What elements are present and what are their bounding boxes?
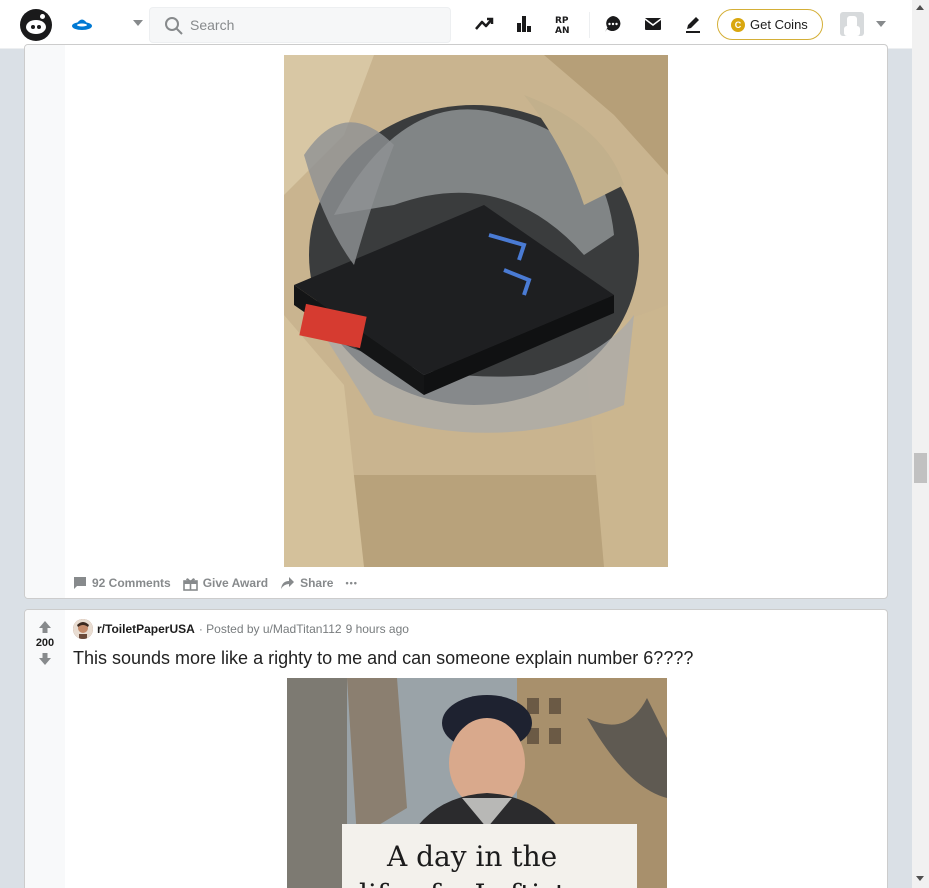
gift-icon (182, 577, 198, 591)
sign-text-line1: A day in the (386, 840, 557, 873)
post-card[interactable]: 92 Comments Give Award Share ••• (24, 44, 888, 599)
header-divider (589, 12, 590, 38)
leaderboard-icon[interactable] (513, 13, 535, 35)
trending-icon[interactable] (473, 13, 495, 35)
post-actions-bar: 92 Comments Give Award Share ••• (73, 573, 370, 593)
post-card[interactable]: 200 r/ToiletPaperUSA · Posted by u/MadTi… (24, 609, 888, 888)
create-post-icon[interactable] (682, 13, 704, 35)
community-dropdown-chevron-icon[interactable] (133, 20, 143, 26)
subreddit-link[interactable]: r/ToiletPaperUSA (97, 622, 195, 636)
downvote-icon[interactable] (38, 652, 52, 666)
post-title[interactable]: This sounds more like a righty to me and… (73, 648, 693, 669)
post-meta: r/ToiletPaperUSA · Posted by u/MadTitan1… (73, 619, 409, 639)
top-nav: RP AN C Get Coins (0, 0, 912, 49)
comments-button[interactable]: 92 Comments (73, 576, 171, 590)
comment-icon (74, 577, 86, 589)
user-avatar[interactable] (840, 12, 864, 36)
more-options-button[interactable]: ••• (345, 578, 357, 588)
svg-text:RP: RP (555, 16, 569, 26)
reddit-logo-icon[interactable] (20, 9, 52, 41)
give-award-button[interactable]: Give Award (182, 576, 269, 591)
page-scrollbar[interactable] (912, 0, 929, 888)
search-bar[interactable] (149, 7, 451, 43)
user-menu-chevron-icon[interactable] (876, 21, 886, 27)
post-image[interactable] (284, 55, 668, 567)
post-time: 9 hours ago (345, 622, 409, 636)
posted-by[interactable]: · Posted by u/MadTitan112 (199, 622, 342, 636)
vote-count: 200 (35, 637, 55, 649)
scroll-up-arrow-icon[interactable] (916, 5, 924, 10)
sign-text-line2: life of a Leftist (359, 878, 567, 888)
scrollbar-thumb[interactable] (914, 453, 927, 483)
subreddit-avatar[interactable] (73, 619, 93, 639)
share-button[interactable]: Share (280, 576, 333, 590)
get-coins-label: Get Coins (750, 17, 808, 32)
share-label: Share (300, 576, 334, 590)
post-image[interactable]: A day in the life of a Leftist (287, 678, 667, 888)
subreddit-avatar-icon (73, 619, 93, 639)
comments-count: 92 Comments (92, 576, 171, 590)
get-coins-button[interactable]: C Get Coins (717, 9, 823, 40)
give-award-label: Give Award (202, 576, 269, 590)
coin-icon: C (731, 18, 745, 32)
user-avatar-icon (844, 16, 860, 36)
scroll-down-arrow-icon[interactable] (916, 876, 924, 881)
rpan-icon[interactable]: RP AN (553, 13, 575, 35)
vote-column (25, 45, 65, 598)
chat-icon[interactable] (602, 13, 624, 35)
messages-icon[interactable] (642, 13, 664, 35)
share-icon (281, 577, 295, 589)
svg-text:AN: AN (555, 26, 570, 35)
upvote-icon[interactable] (38, 620, 52, 634)
search-icon (165, 17, 183, 35)
home-feed-icon[interactable] (70, 12, 94, 36)
more-options-icon: ••• (345, 578, 358, 588)
search-input[interactable] (190, 8, 440, 42)
vote-controls: 200 (25, 620, 65, 666)
